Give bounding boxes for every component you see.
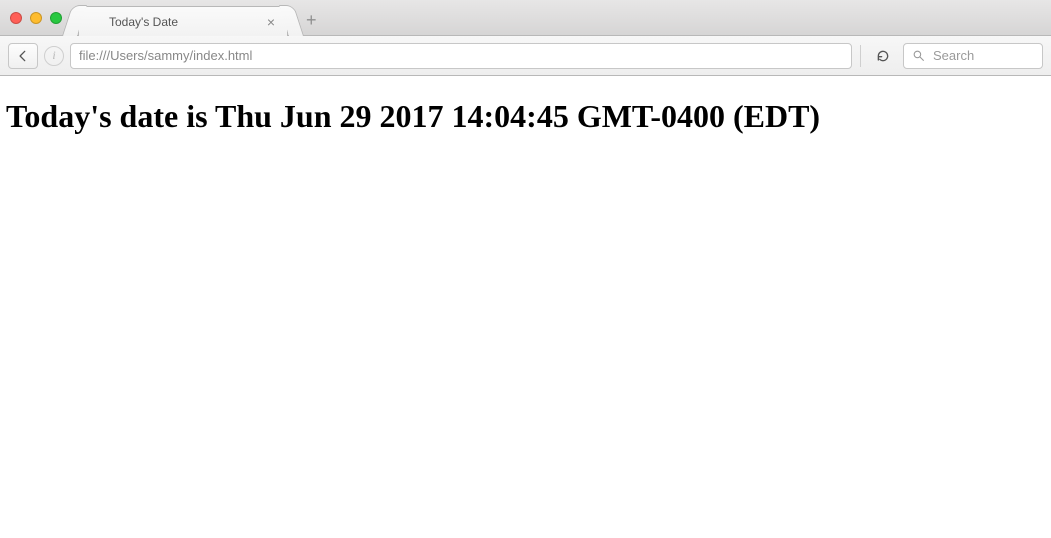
toolbar-separator (860, 45, 861, 67)
back-button[interactable] (8, 43, 38, 69)
zoom-window-button[interactable] (50, 12, 62, 24)
browser-toolbar: i file:///Users/sammy/index.html (0, 36, 1051, 76)
close-window-button[interactable] (10, 12, 22, 24)
window-titlebar: Today's Date × + (0, 0, 1051, 36)
arrow-left-icon (16, 49, 30, 63)
minimize-window-button[interactable] (30, 12, 42, 24)
site-info-icon[interactable]: i (44, 46, 64, 66)
browser-tab[interactable]: Today's Date × (78, 6, 288, 36)
search-icon (912, 49, 925, 62)
search-box[interactable] (903, 43, 1043, 69)
address-bar[interactable]: file:///Users/sammy/index.html (70, 43, 852, 69)
url-text: file:///Users/sammy/index.html (79, 48, 843, 63)
reload-button[interactable] (869, 43, 897, 69)
reload-icon (875, 48, 891, 64)
close-tab-button[interactable]: × (263, 14, 279, 30)
window-controls (0, 0, 62, 35)
search-input[interactable] (931, 47, 1034, 64)
new-tab-button[interactable]: + (306, 10, 317, 31)
tab-title: Today's Date (109, 15, 263, 29)
page-heading: Today's date is Thu Jun 29 2017 14:04:45… (6, 98, 1045, 135)
page-content: Today's date is Thu Jun 29 2017 14:04:45… (0, 76, 1051, 538)
